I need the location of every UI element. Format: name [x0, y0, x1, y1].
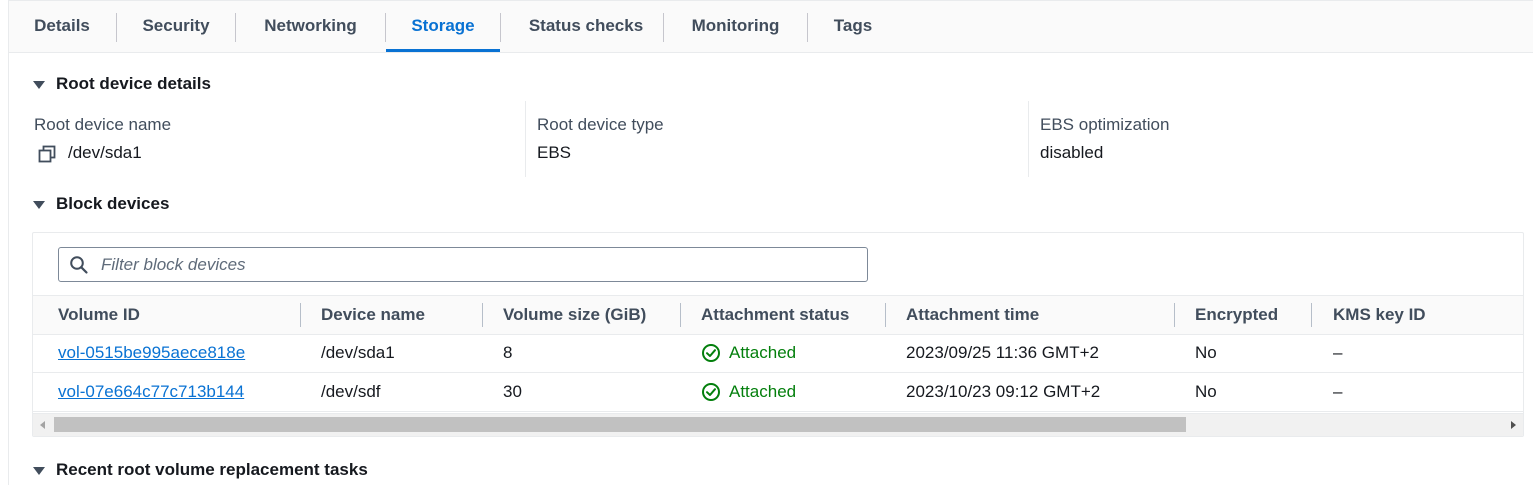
kms-key-cell: – [1333, 343, 1343, 362]
copy-icon[interactable] [38, 145, 56, 163]
column-header-device-name[interactable]: Device name [321, 296, 425, 334]
root-device-type-value: EBS [537, 143, 572, 162]
tab-details[interactable]: Details [18, 1, 106, 52]
tab-storage[interactable]: Storage [386, 1, 500, 52]
status-text: Attached [729, 343, 797, 362]
block-devices-section-toggle[interactable]: Block devices [33, 193, 169, 215]
attachment-time-cell: 2023/09/25 11:36 GMT+2 [906, 343, 1099, 362]
tab-networking[interactable]: Networking [245, 1, 376, 52]
table-header: Volume ID Device name Volume size (GiB) … [33, 295, 1523, 335]
caret-down-icon [33, 200, 45, 209]
root-device-name-label: Root device name [34, 115, 172, 134]
column-resizer[interactable] [482, 303, 483, 327]
root-device-section-toggle[interactable]: Root device details [33, 73, 211, 95]
status-text: Attached [729, 382, 797, 401]
block-devices-section-title: Block devices [56, 194, 170, 213]
table-row: vol-07e664c77c713b144 /dev/sdf 30 Attach… [33, 373, 1523, 412]
frame-left-border [8, 0, 9, 485]
scroll-right-arrow-icon[interactable] [1511, 421, 1516, 429]
column-resizer[interactable] [680, 303, 681, 327]
attachment-time-cell: 2023/10/23 09:12 GMT+2 [906, 382, 1101, 401]
column-header-volume-size[interactable]: Volume size (GiB) [503, 296, 646, 334]
volume-id-link[interactable]: vol-0515be995aece818e [58, 343, 245, 362]
horizontal-scrollbar[interactable] [33, 413, 1523, 436]
scrollbar-thumb[interactable] [54, 417, 1186, 432]
search-icon [70, 256, 88, 274]
tab-separator [500, 13, 501, 42]
status-success-icon [702, 383, 720, 401]
column-divider [1028, 101, 1029, 177]
status-success-icon [702, 344, 720, 362]
ebs-optimization-value: disabled [1040, 143, 1104, 162]
attachment-status-cell: Attached [701, 373, 796, 411]
root-device-name-value: /dev/sda1 [68, 143, 142, 162]
column-header-encrypted[interactable]: Encrypted [1195, 296, 1278, 334]
encrypted-cell: No [1195, 382, 1217, 401]
table-row: vol-0515be995aece818e /dev/sda1 8 Attach… [33, 334, 1523, 373]
column-resizer[interactable] [1174, 303, 1175, 327]
replacement-tasks-section-toggle[interactable]: Recent root volume replacement tasks [33, 459, 368, 481]
tab-separator [235, 13, 236, 42]
volume-size-cell: 30 [503, 382, 522, 401]
tab-security[interactable]: Security [126, 1, 226, 52]
column-header-volume-id[interactable]: Volume ID [58, 296, 140, 334]
scroll-left-arrow-icon[interactable] [40, 421, 45, 429]
column-resizer[interactable] [1311, 303, 1312, 327]
tab-separator [663, 13, 664, 42]
tab-status-checks[interactable]: Status checks [510, 1, 662, 52]
volume-id-link[interactable]: vol-07e664c77c713b144 [58, 382, 244, 401]
kms-key-cell: – [1333, 382, 1343, 401]
encrypted-cell: No [1195, 343, 1217, 362]
tab-separator [116, 13, 117, 42]
tab-tags[interactable]: Tags [815, 1, 891, 52]
attachment-status-cell: Attached [701, 334, 796, 372]
replacement-tasks-section-title: Recent root volume replacement tasks [56, 460, 368, 479]
tab-monitoring[interactable]: Monitoring [673, 1, 798, 52]
column-header-attachment-status[interactable]: Attachment status [701, 296, 849, 334]
column-resizer[interactable] [885, 303, 886, 327]
caret-down-icon [33, 80, 45, 89]
column-header-attachment-time[interactable]: Attachment time [906, 296, 1039, 334]
block-devices-table-container: Volume ID Device name Volume size (GiB) … [32, 232, 1524, 437]
filter-input[interactable] [99, 248, 863, 281]
column-resizer[interactable] [300, 303, 301, 327]
ebs-optimization-label: EBS optimization [1040, 115, 1170, 134]
device-name-cell: /dev/sdf [321, 382, 381, 401]
device-name-cell: /dev/sda1 [321, 343, 395, 362]
root-device-section-title: Root device details [56, 74, 211, 93]
column-divider [525, 101, 526, 177]
filter-block-devices[interactable] [58, 247, 868, 282]
tab-bar: Details Security Networking Storage Stat… [9, 1, 1533, 53]
tab-separator [807, 13, 808, 42]
root-device-type-label: Root device type [537, 115, 664, 134]
caret-down-icon [33, 466, 45, 475]
column-header-kms-key-id[interactable]: KMS key ID [1333, 296, 1426, 334]
volume-size-cell: 8 [503, 343, 513, 362]
